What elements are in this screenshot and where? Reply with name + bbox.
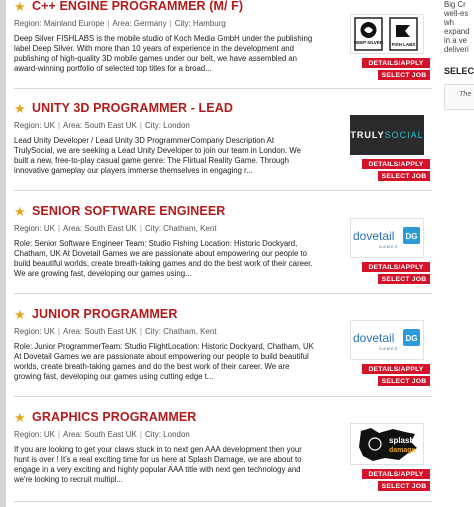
job-city: Chatham, Kent — [163, 327, 217, 336]
sidebar-text-line: deliveri — [444, 45, 469, 54]
dovetail-mark: DG — [406, 334, 418, 343]
job-description: If you are looking to get your claws stu… — [14, 445, 302, 484]
splash-word: splash — [389, 436, 414, 445]
splash-damage-logo: splash damage — [359, 428, 417, 461]
select-job-button[interactable]: SELECT JOB — [378, 70, 430, 80]
truly-social-logo: TRULYSOCIAL — [350, 130, 424, 140]
job-area: Germany — [133, 19, 167, 28]
job-region: Mainland Europe — [43, 19, 105, 28]
dovetail-sub: GAMES — [379, 346, 398, 351]
job-area: South East UK — [84, 327, 137, 336]
star-icon[interactable]: ★ — [14, 205, 27, 218]
divider — [14, 501, 432, 502]
job-title[interactable]: C++ ENGINE PROGRAMMER (M/ F) — [32, 0, 243, 13]
left-border — [0, 0, 6, 507]
sidebar-text-line: in a ve — [444, 36, 467, 45]
job-city: Chatham, Kent — [163, 224, 217, 233]
job-description: Role: Junior ProgrammerTeam: Studio Flig… — [14, 342, 314, 381]
details-apply-button[interactable]: DETAILS/APPLY — [362, 469, 430, 479]
job-region: UK — [43, 121, 55, 130]
dovetail-sub: GAMES — [379, 244, 398, 249]
deep-silver-text: DEEP SILVER — [354, 40, 384, 45]
sidebar-text-line: expand — [444, 27, 470, 36]
divider — [14, 293, 432, 294]
sidebar-box-text: The — [459, 89, 472, 98]
job-city: London — [163, 430, 190, 439]
star-icon[interactable]: ★ — [14, 102, 27, 115]
sidebar-heading: SELECTE — [444, 66, 474, 76]
star-icon[interactable]: ★ — [14, 0, 27, 13]
sidebar-text-line: wh — [444, 18, 454, 27]
job-title[interactable]: JUNIOR PROGRAMMER — [32, 307, 177, 321]
dovetail-word: dovetail — [353, 331, 394, 345]
dovetail-word: dovetail — [353, 229, 394, 243]
select-job-button[interactable]: SELECT JOB — [378, 171, 430, 181]
job-title[interactable]: GRAPHICS PROGRAMMER — [32, 410, 196, 424]
job-title[interactable]: SENIOR SOFTWARE ENGINEER — [32, 204, 225, 218]
job-title[interactable]: UNITY 3D PROGRAMMER - LEAD — [32, 101, 233, 115]
details-apply-button[interactable]: DETAILS/APPLY — [362, 159, 430, 169]
divider — [14, 190, 432, 191]
details-apply-button[interactable]: DETAILS/APPLY — [362, 364, 430, 374]
sidebar-text-line: Big Cr — [444, 0, 466, 9]
right-sidebar: Big Cr well-es wh expand in a ve deliver… — [440, 0, 474, 507]
sidebar-box[interactable]: The — [444, 84, 474, 110]
details-apply-button[interactable]: DETAILS/APPLY — [362, 58, 430, 68]
company-logo[interactable]: dovetail GAMES DG — [350, 218, 424, 258]
job-area: South East UK — [84, 224, 137, 233]
deep-silver-fishlabs-logo: DEEP SILVER FISH LABS — [354, 17, 418, 51]
company-logo[interactable]: TRULYSOCIAL — [350, 115, 424, 155]
company-logo[interactable]: DEEP SILVER FISH LABS — [350, 14, 424, 54]
details-apply-button[interactable]: DETAILS/APPLY — [362, 262, 430, 272]
star-icon[interactable]: ★ — [14, 411, 27, 424]
job-listings: ★ C++ ENGINE PROGRAMMER (M/ F) Region: M… — [0, 0, 436, 507]
dovetail-games-logo: dovetail GAMES DG — [353, 227, 420, 249]
job-region: UK — [43, 224, 55, 233]
job-description: Lead Unity Developer / Lead Unity 3D Pro… — [14, 136, 301, 175]
job-area: South East UK — [84, 430, 137, 439]
divider — [14, 396, 432, 397]
fishlabs-text: FISH LABS — [392, 42, 416, 47]
job-city: London — [163, 121, 190, 130]
job-region: UK — [43, 327, 55, 336]
star-icon[interactable]: ★ — [14, 308, 27, 321]
sidebar-text-line: well-es — [444, 9, 469, 18]
select-job-button[interactable]: SELECT JOB — [378, 481, 430, 491]
company-logo[interactable]: splash damage — [350, 423, 424, 465]
divider — [14, 88, 432, 89]
job-city: Hamburg — [192, 19, 226, 28]
select-job-button[interactable]: SELECT JOB — [378, 376, 430, 386]
job-region: UK — [43, 430, 55, 439]
select-job-button[interactable]: SELECT JOB — [378, 274, 430, 284]
dovetail-games-logo: dovetail GAMES DG — [353, 329, 420, 351]
dovetail-mark: DG — [406, 232, 418, 241]
job-description: Deep Silver FISHLABS is the mobile studi… — [14, 34, 313, 73]
job-area: South East UK — [84, 121, 137, 130]
damage-word: damage — [389, 447, 416, 454]
company-logo[interactable]: dovetail GAMES DG — [350, 320, 424, 360]
job-description: Role: Senior Software Engineer Team: Stu… — [14, 239, 313, 278]
